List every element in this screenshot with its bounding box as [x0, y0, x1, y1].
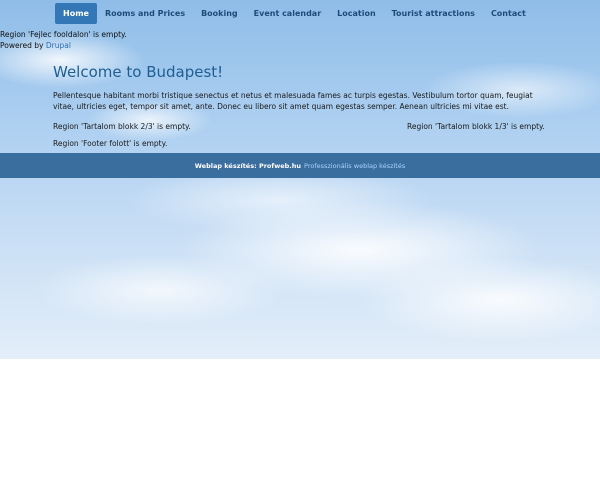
footer-credit-link[interactable]: Professzionális weblap készítés	[304, 162, 405, 170]
page-title: Welcome to Budapest!	[53, 63, 224, 81]
footer-bar: Weblap készítés: Profweb.hu Professzioná…	[0, 153, 600, 178]
powered-by: Powered by Drupal	[0, 40, 127, 51]
main-nav: Home Rooms and Prices Booking Event cale…	[55, 3, 534, 24]
nav-item-home[interactable]: Home	[55, 3, 97, 24]
nav-item-tourist-attractions[interactable]: Tourist attractions	[384, 3, 483, 24]
header-region-empty-text: Region 'Fejlec fooldalon' is empty.	[0, 30, 127, 39]
nav-item-contact[interactable]: Contact	[483, 3, 534, 24]
nav-item-event-calendar[interactable]: Event calendar	[246, 3, 329, 24]
nav-item-booking[interactable]: Booking	[193, 3, 246, 24]
sky-background	[0, 0, 600, 359]
drupal-link[interactable]: Drupal	[46, 41, 71, 50]
content-block-left-empty: Region 'Tartalom blokk 2/3' is empty.	[53, 122, 191, 131]
nav-item-location[interactable]: Location	[329, 3, 384, 24]
footer-region-empty: Region 'Footer folott' is empty.	[53, 139, 168, 148]
powered-by-label: Powered by	[0, 41, 44, 50]
header-region: Region 'Fejlec fooldalon' is empty. Powe…	[0, 29, 127, 51]
content-block-right-empty: Region 'Tartalom blokk 1/3' is empty.	[407, 122, 545, 131]
intro-paragraph: Pellentesque habitant morbi tristique se…	[53, 91, 533, 111]
nav-item-rooms-and-prices[interactable]: Rooms and Prices	[97, 3, 193, 24]
footer-credit-text: Weblap készítés: Profweb.hu	[194, 161, 302, 170]
